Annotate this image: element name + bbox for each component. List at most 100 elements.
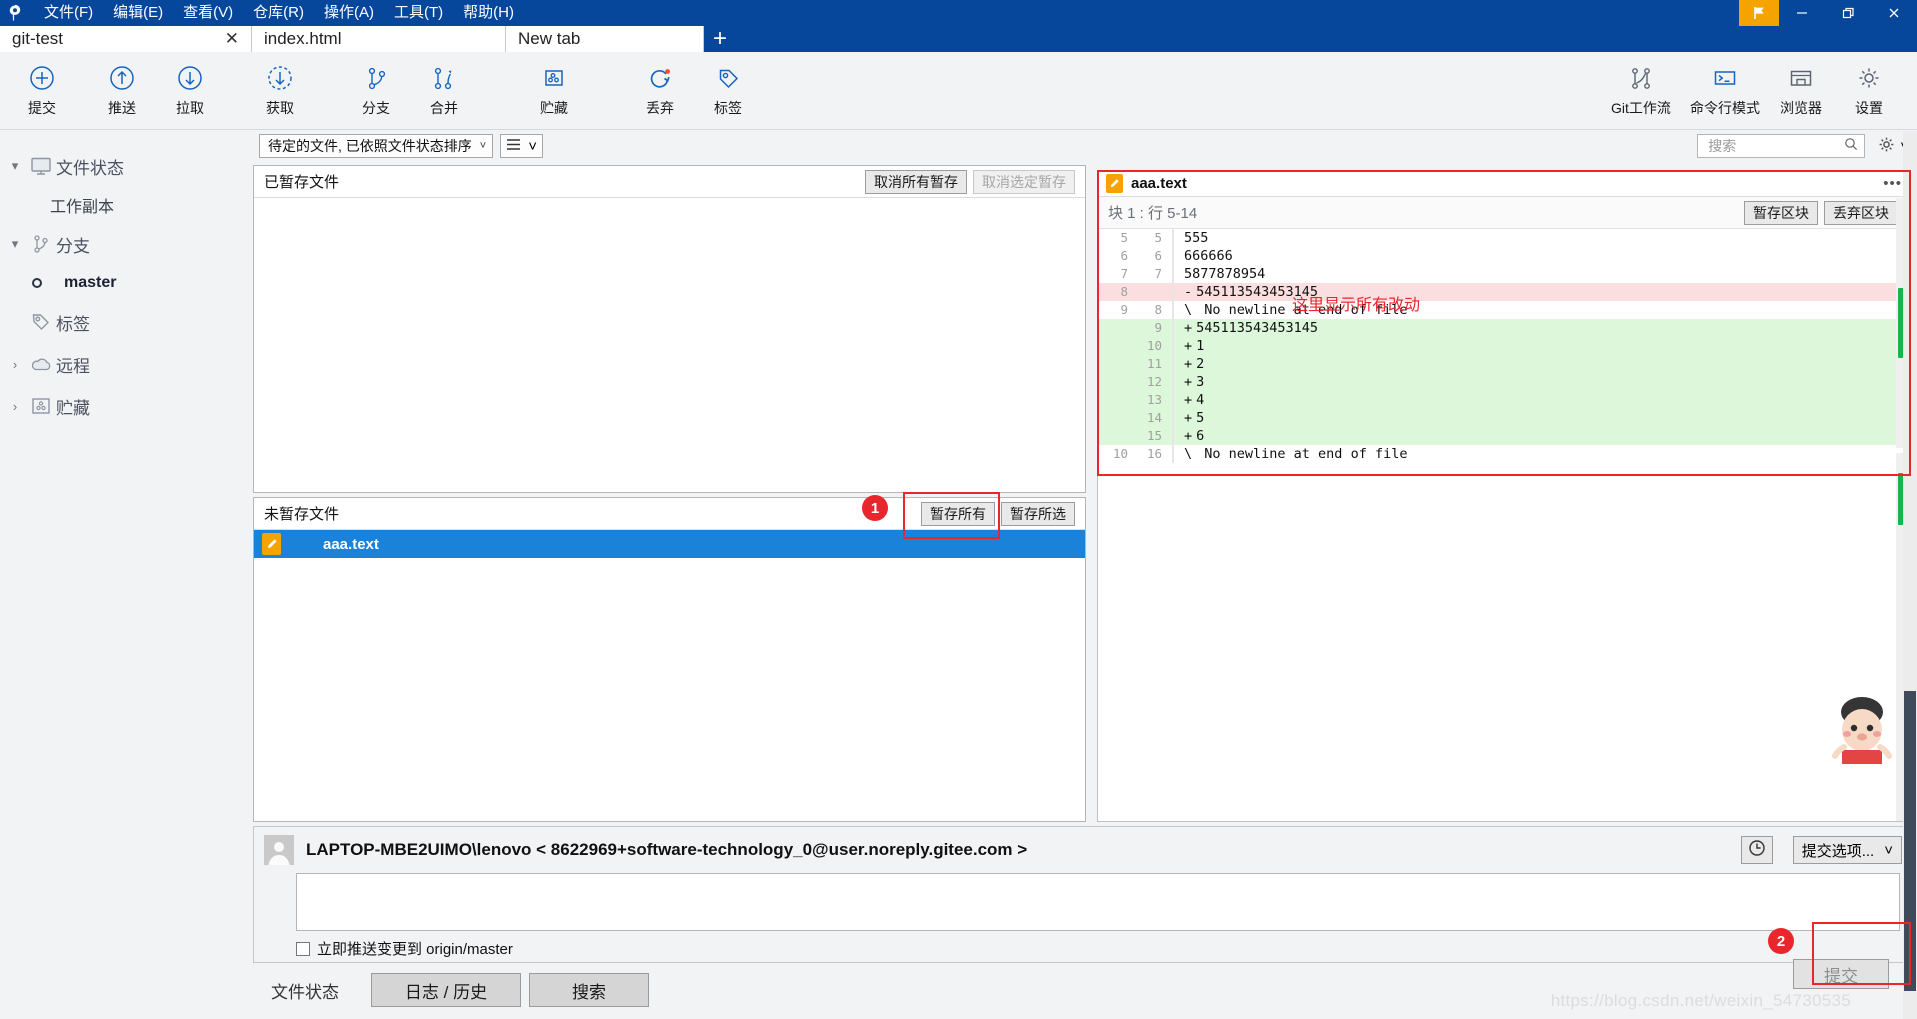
list-item[interactable]: aaa.text [254, 530, 1085, 558]
menu-help[interactable]: 帮助(H) [453, 0, 524, 26]
chevron-right-icon[interactable]: › [4, 357, 26, 372]
toolbar-settings-button[interactable]: 设置 [1835, 52, 1903, 126]
arrow-down-circle-icon [175, 60, 205, 96]
unstaged-panel-header: 未暂存文件 暂存所有 暂存所选 [254, 498, 1085, 530]
commit-message-input[interactable] [296, 873, 1900, 931]
close-button[interactable] [1871, 0, 1917, 26]
chevron-right-icon[interactable]: › [4, 399, 26, 414]
chevron-down-icon: ˅ [528, 137, 537, 155]
unstage-all-button[interactable]: 取消所有暂存 [865, 169, 967, 194]
toolbar-commit-button[interactable]: 提交 [8, 52, 76, 126]
bottom-tab-log-history[interactable]: 日志 / 历史 [371, 973, 521, 1007]
diff-line-meta: 10 16 \ No newline at end of file [1098, 445, 1910, 463]
toolbar-label: 分支 [362, 100, 390, 116]
stash-box-icon [26, 395, 56, 417]
menu-repository[interactable]: 仓库(R) [243, 0, 314, 26]
commit-history-button[interactable] [1740, 836, 1773, 864]
sidebar-item-branches[interactable]: ▾ 分支 [0, 223, 253, 265]
bottom-tab-search[interactable]: 搜索 [529, 973, 649, 1007]
diff-line-meta: 9 8 \ No newline at end of file [1098, 301, 1910, 319]
push-immediately-row[interactable]: 立即推送变更到 origin/master [254, 938, 1910, 959]
commit-options-dropdown[interactable]: 提交选项... ˅ [1792, 836, 1902, 864]
window-scrollbar-thumb[interactable] [1904, 691, 1916, 991]
tab-new-tab[interactable]: New tab [506, 26, 704, 52]
menu-edit[interactable]: 编辑(E) [103, 0, 173, 26]
chevron-down-icon[interactable]: ▾ [4, 158, 26, 174]
mascot-sticker [1823, 690, 1901, 768]
old-line-number: 6 [1120, 248, 1128, 263]
avatar-icon [264, 835, 294, 865]
toolbar-fetch-button[interactable]: 获取 [246, 52, 314, 126]
chevron-down-icon[interactable]: ▾ [4, 236, 26, 252]
merge-icon [429, 60, 459, 96]
search-input[interactable] [1706, 137, 1845, 155]
toolbar-label: 浏览器 [1780, 100, 1822, 116]
window-scrollbar[interactable] [1903, 131, 1917, 1019]
modified-pencil-icon [262, 533, 281, 555]
toolbar-gitflow-button[interactable]: Git工作流 [1599, 52, 1683, 126]
maximize-button[interactable] [1825, 0, 1871, 26]
stage-hunk-button[interactable]: 暂存区块 [1744, 200, 1818, 225]
file-sort-combo-value: 待定的文件, 已依照文件状态排序 [268, 138, 472, 154]
toolbar-stash-button[interactable]: 贮藏 [520, 52, 588, 126]
view-mode-combo[interactable]: ˅ [500, 134, 543, 158]
sidebar-item-stashes[interactable]: › 贮藏 [0, 385, 253, 427]
add-tab-button[interactable]: + [704, 25, 736, 52]
discard-hunk-button[interactable]: 丢弃区块 [1824, 200, 1898, 225]
ellipsis-icon[interactable]: ••• [1883, 175, 1902, 192]
diff-panel: aaa.text ••• 块 1 : 行 5-14 暂存区块 丢弃区块 5 5 … [1097, 170, 1911, 822]
menu-file[interactable]: 文件(F) [34, 0, 103, 26]
tab-strip: git-test ✕ index.html New tab + [0, 25, 736, 52]
toolbar-merge-button[interactable]: 合并 [410, 52, 478, 126]
toolbar-branch-button[interactable]: 分支 [342, 52, 410, 126]
sidebar-item-file-status[interactable]: ▾ 文件状态 [0, 145, 253, 187]
diff-line-text: 6 [1196, 428, 1205, 444]
unstaged-file-list[interactable]: aaa.text [254, 530, 1085, 558]
sidebar-item-tags[interactable]: 标签 [0, 301, 253, 343]
file-sort-combo[interactable]: 待定的文件, 已依照文件状态排序 ˅ [259, 134, 494, 158]
arrow-up-circle-icon [107, 60, 137, 96]
toolbar-push-button[interactable]: 推送 [88, 52, 156, 126]
plus-circle-icon [27, 60, 57, 96]
diff-line-text: 5877878954 [1184, 266, 1266, 282]
sidebar-item-label: 贮藏 [56, 398, 90, 418]
toolbar-explorer-button[interactable]: 浏览器 [1767, 52, 1835, 126]
stage-selected-button[interactable]: 暂存所选 [1001, 501, 1075, 526]
flag-icon[interactable] [1739, 0, 1779, 26]
diff-line: 5 5 555 [1098, 229, 1910, 247]
push-immediately-checkbox[interactable] [296, 941, 310, 956]
new-line-number: 5 [1154, 230, 1162, 245]
toolbar-terminal-button[interactable]: 命令行模式 [1683, 52, 1767, 126]
menu-view[interactable]: 查看(V) [173, 0, 243, 26]
diff-line-marker: + [1184, 338, 1193, 354]
sidebar-item-remotes[interactable]: › 远程 [0, 343, 253, 385]
menu-tools[interactable]: 工具(T) [384, 0, 453, 26]
search-box[interactable] [1697, 134, 1866, 158]
sidebar-item-label: 文件状态 [56, 158, 124, 178]
old-line-number: 9 [1120, 302, 1128, 317]
tab-index-html[interactable]: index.html [252, 26, 506, 52]
toolbar-tag-button[interactable]: 标签 [694, 52, 762, 126]
sidebar-item-working-copy[interactable]: 工作副本 [0, 187, 253, 223]
annotation-badge-1: 1 [862, 495, 888, 521]
minimize-button[interactable] [1779, 0, 1825, 26]
menu-actions[interactable]: 操作(A) [314, 0, 384, 26]
tab-git-test[interactable]: git-test ✕ [0, 26, 252, 52]
sidebar-item-label: 标签 [56, 314, 90, 334]
unstage-selected-button[interactable]: 取消选定暂存 [973, 169, 1075, 194]
old-line-number: 10 [1112, 446, 1128, 461]
new-line-number: 12 [1146, 374, 1162, 389]
toolbar-discard-button[interactable]: 丢弃 [626, 52, 694, 126]
commit-button[interactable]: 提交 [1793, 959, 1889, 989]
toolbar-pull-button[interactable]: 拉取 [156, 52, 224, 126]
tab-label: index.html [264, 29, 342, 48]
app-logo-icon [0, 0, 30, 26]
sidebar-item-master[interactable]: master [0, 265, 253, 301]
toolbar-label: 命令行模式 [1690, 100, 1760, 116]
stage-all-button[interactable]: 暂存所有 [921, 501, 995, 526]
tab-close-icon[interactable]: ✕ [219, 29, 245, 49]
bottom-tab-file-status[interactable]: 文件状态 [253, 973, 357, 1007]
diff-line-text: 1 [1196, 338, 1205, 354]
diff-header: aaa.text ••• [1098, 171, 1910, 197]
search-icon[interactable] [1844, 137, 1858, 155]
